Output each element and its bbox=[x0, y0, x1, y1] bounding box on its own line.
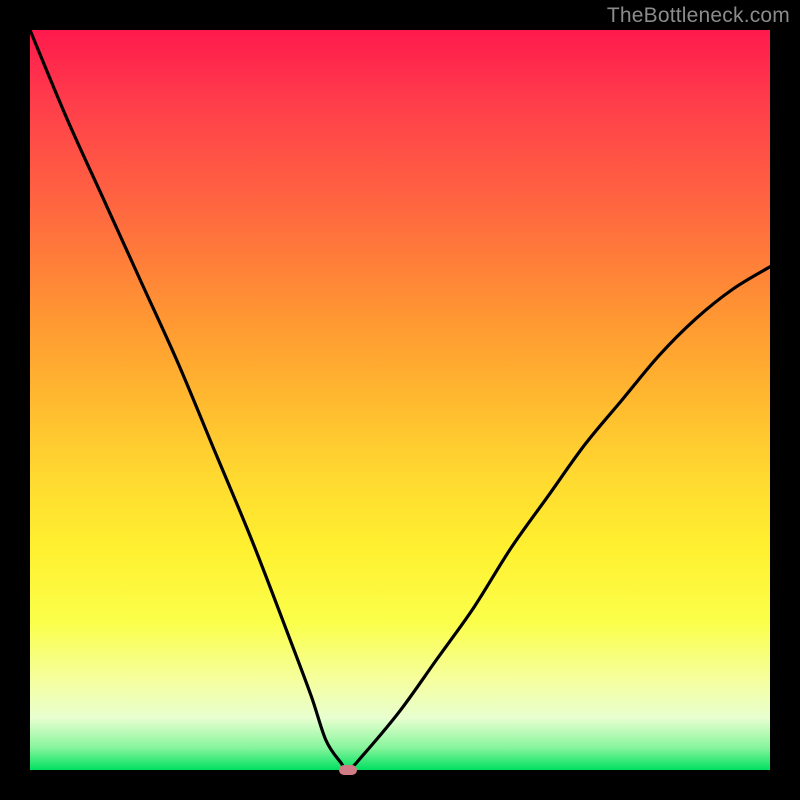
optimal-point-marker bbox=[339, 765, 357, 775]
chart-frame: TheBottleneck.com bbox=[0, 0, 800, 800]
plot-area bbox=[30, 30, 770, 770]
watermark-text: TheBottleneck.com bbox=[607, 4, 790, 28]
bottleneck-curve bbox=[30, 30, 770, 770]
